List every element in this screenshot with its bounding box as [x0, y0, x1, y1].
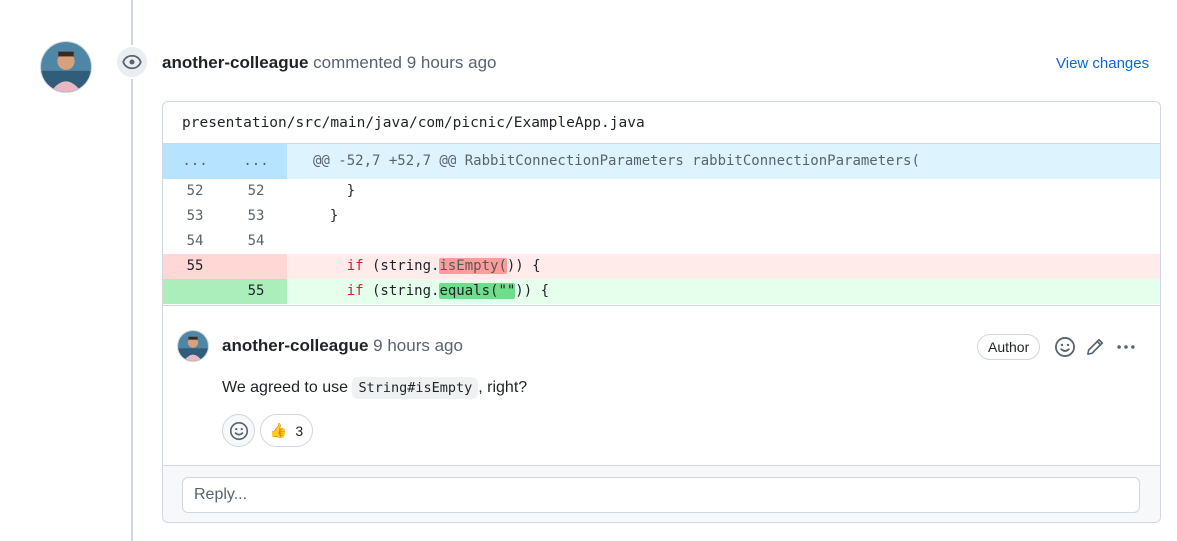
hunk-header-text: @@ -52,7 +52,7 @@ RabbitConnectionParame…	[287, 144, 1160, 179]
reply-input[interactable]	[182, 477, 1140, 513]
code-text: (string.	[363, 258, 440, 274]
add-reaction-button[interactable]	[1053, 335, 1077, 359]
old-line-number[interactable]: 52	[163, 179, 225, 204]
diff-line-context: 53 53 }	[163, 204, 1160, 229]
diff-line-addition: 55 if (string.equals("")) {	[163, 279, 1160, 304]
pencil-icon	[1087, 338, 1104, 355]
event-badge	[115, 45, 149, 79]
diff-table: ... ... @@ -52,7 +52,7 @@ RabbitConnecti…	[163, 144, 1160, 304]
code-line: }	[313, 208, 339, 224]
action-text: commented	[313, 53, 402, 72]
add-reaction-button[interactable]	[222, 414, 255, 447]
timeline-header: another-colleague commented 9 hours ago	[162, 53, 497, 73]
author-link[interactable]: another-colleague	[162, 53, 308, 72]
old-line-number[interactable]: 53	[163, 204, 225, 229]
new-line-number[interactable]: 55	[225, 279, 287, 304]
old-line-number	[163, 279, 225, 304]
code-text: )) {	[515, 283, 550, 299]
hunk-old-expander[interactable]: ...	[163, 144, 225, 179]
file-path[interactable]: presentation/src/main/java/com/picnic/Ex…	[163, 102, 1160, 144]
diff-line-deletion: 55 if (string.isEmpty()) {	[163, 254, 1160, 279]
timeline-line	[131, 0, 133, 541]
deleted-highlight: isEmpty(	[439, 258, 507, 274]
view-changes-link[interactable]: View changes	[1056, 55, 1149, 72]
hunk-header-row: ... ... @@ -52,7 +52,7 @@ RabbitConnecti…	[163, 144, 1160, 179]
author-badge: Author	[977, 334, 1041, 360]
comment-author-link[interactable]: another-colleague	[222, 336, 368, 355]
old-line-number[interactable]: 54	[163, 229, 225, 254]
code-keyword: if	[346, 283, 364, 299]
reaction-thumbs-up[interactable]: 👍 3	[260, 414, 313, 447]
kebab-horizontal-icon	[1117, 345, 1135, 349]
comment-text: , right?	[478, 379, 528, 396]
smiley-icon	[229, 421, 248, 440]
diff-line-context: 52 52 }	[163, 179, 1160, 204]
code-line: if (string.isEmpty()) {	[287, 254, 1160, 279]
comment-body: We agreed to use String#isEmpty, right?	[222, 377, 528, 399]
comment: another-colleague 9 hours ago Author We …	[163, 305, 1160, 465]
comment-header: another-colleague 9 hours ago	[222, 336, 463, 356]
old-line-number[interactable]: 55	[163, 254, 225, 279]
more-options-button[interactable]	[1114, 335, 1138, 359]
thumbs-up-icon: 👍	[269, 422, 288, 438]
added-highlight: equals(""	[439, 283, 516, 299]
reply-area	[163, 465, 1160, 522]
new-line-number[interactable]: 53	[225, 204, 287, 229]
timestamp[interactable]: 9 hours ago	[407, 53, 497, 72]
diff-line-context: 54 54	[163, 229, 1160, 254]
code-text: )) {	[506, 258, 541, 274]
new-line-number	[225, 254, 287, 279]
code-text: (string.	[363, 283, 440, 299]
comment-timestamp[interactable]: 9 hours ago	[373, 336, 463, 355]
edit-button[interactable]	[1083, 335, 1107, 359]
comment-text: We agreed to use	[222, 379, 353, 396]
code-keyword: if	[346, 258, 364, 274]
avatar-image	[41, 42, 91, 92]
avatar[interactable]	[40, 41, 92, 93]
smiley-icon	[1055, 337, 1075, 357]
reaction-count: 3	[295, 422, 304, 439]
avatar[interactable]	[177, 330, 209, 362]
review-comment-card: presentation/src/main/java/com/picnic/Ex…	[162, 101, 1161, 523]
inline-code: String#isEmpty	[352, 377, 479, 399]
hunk-new-expander[interactable]: ...	[225, 144, 287, 179]
new-line-number[interactable]: 54	[225, 229, 287, 254]
code-line: }	[313, 183, 356, 199]
code-line: if (string.equals("")) {	[287, 279, 1160, 304]
eye-icon	[122, 54, 142, 70]
avatar-image	[178, 331, 208, 361]
new-line-number[interactable]: 52	[225, 179, 287, 204]
